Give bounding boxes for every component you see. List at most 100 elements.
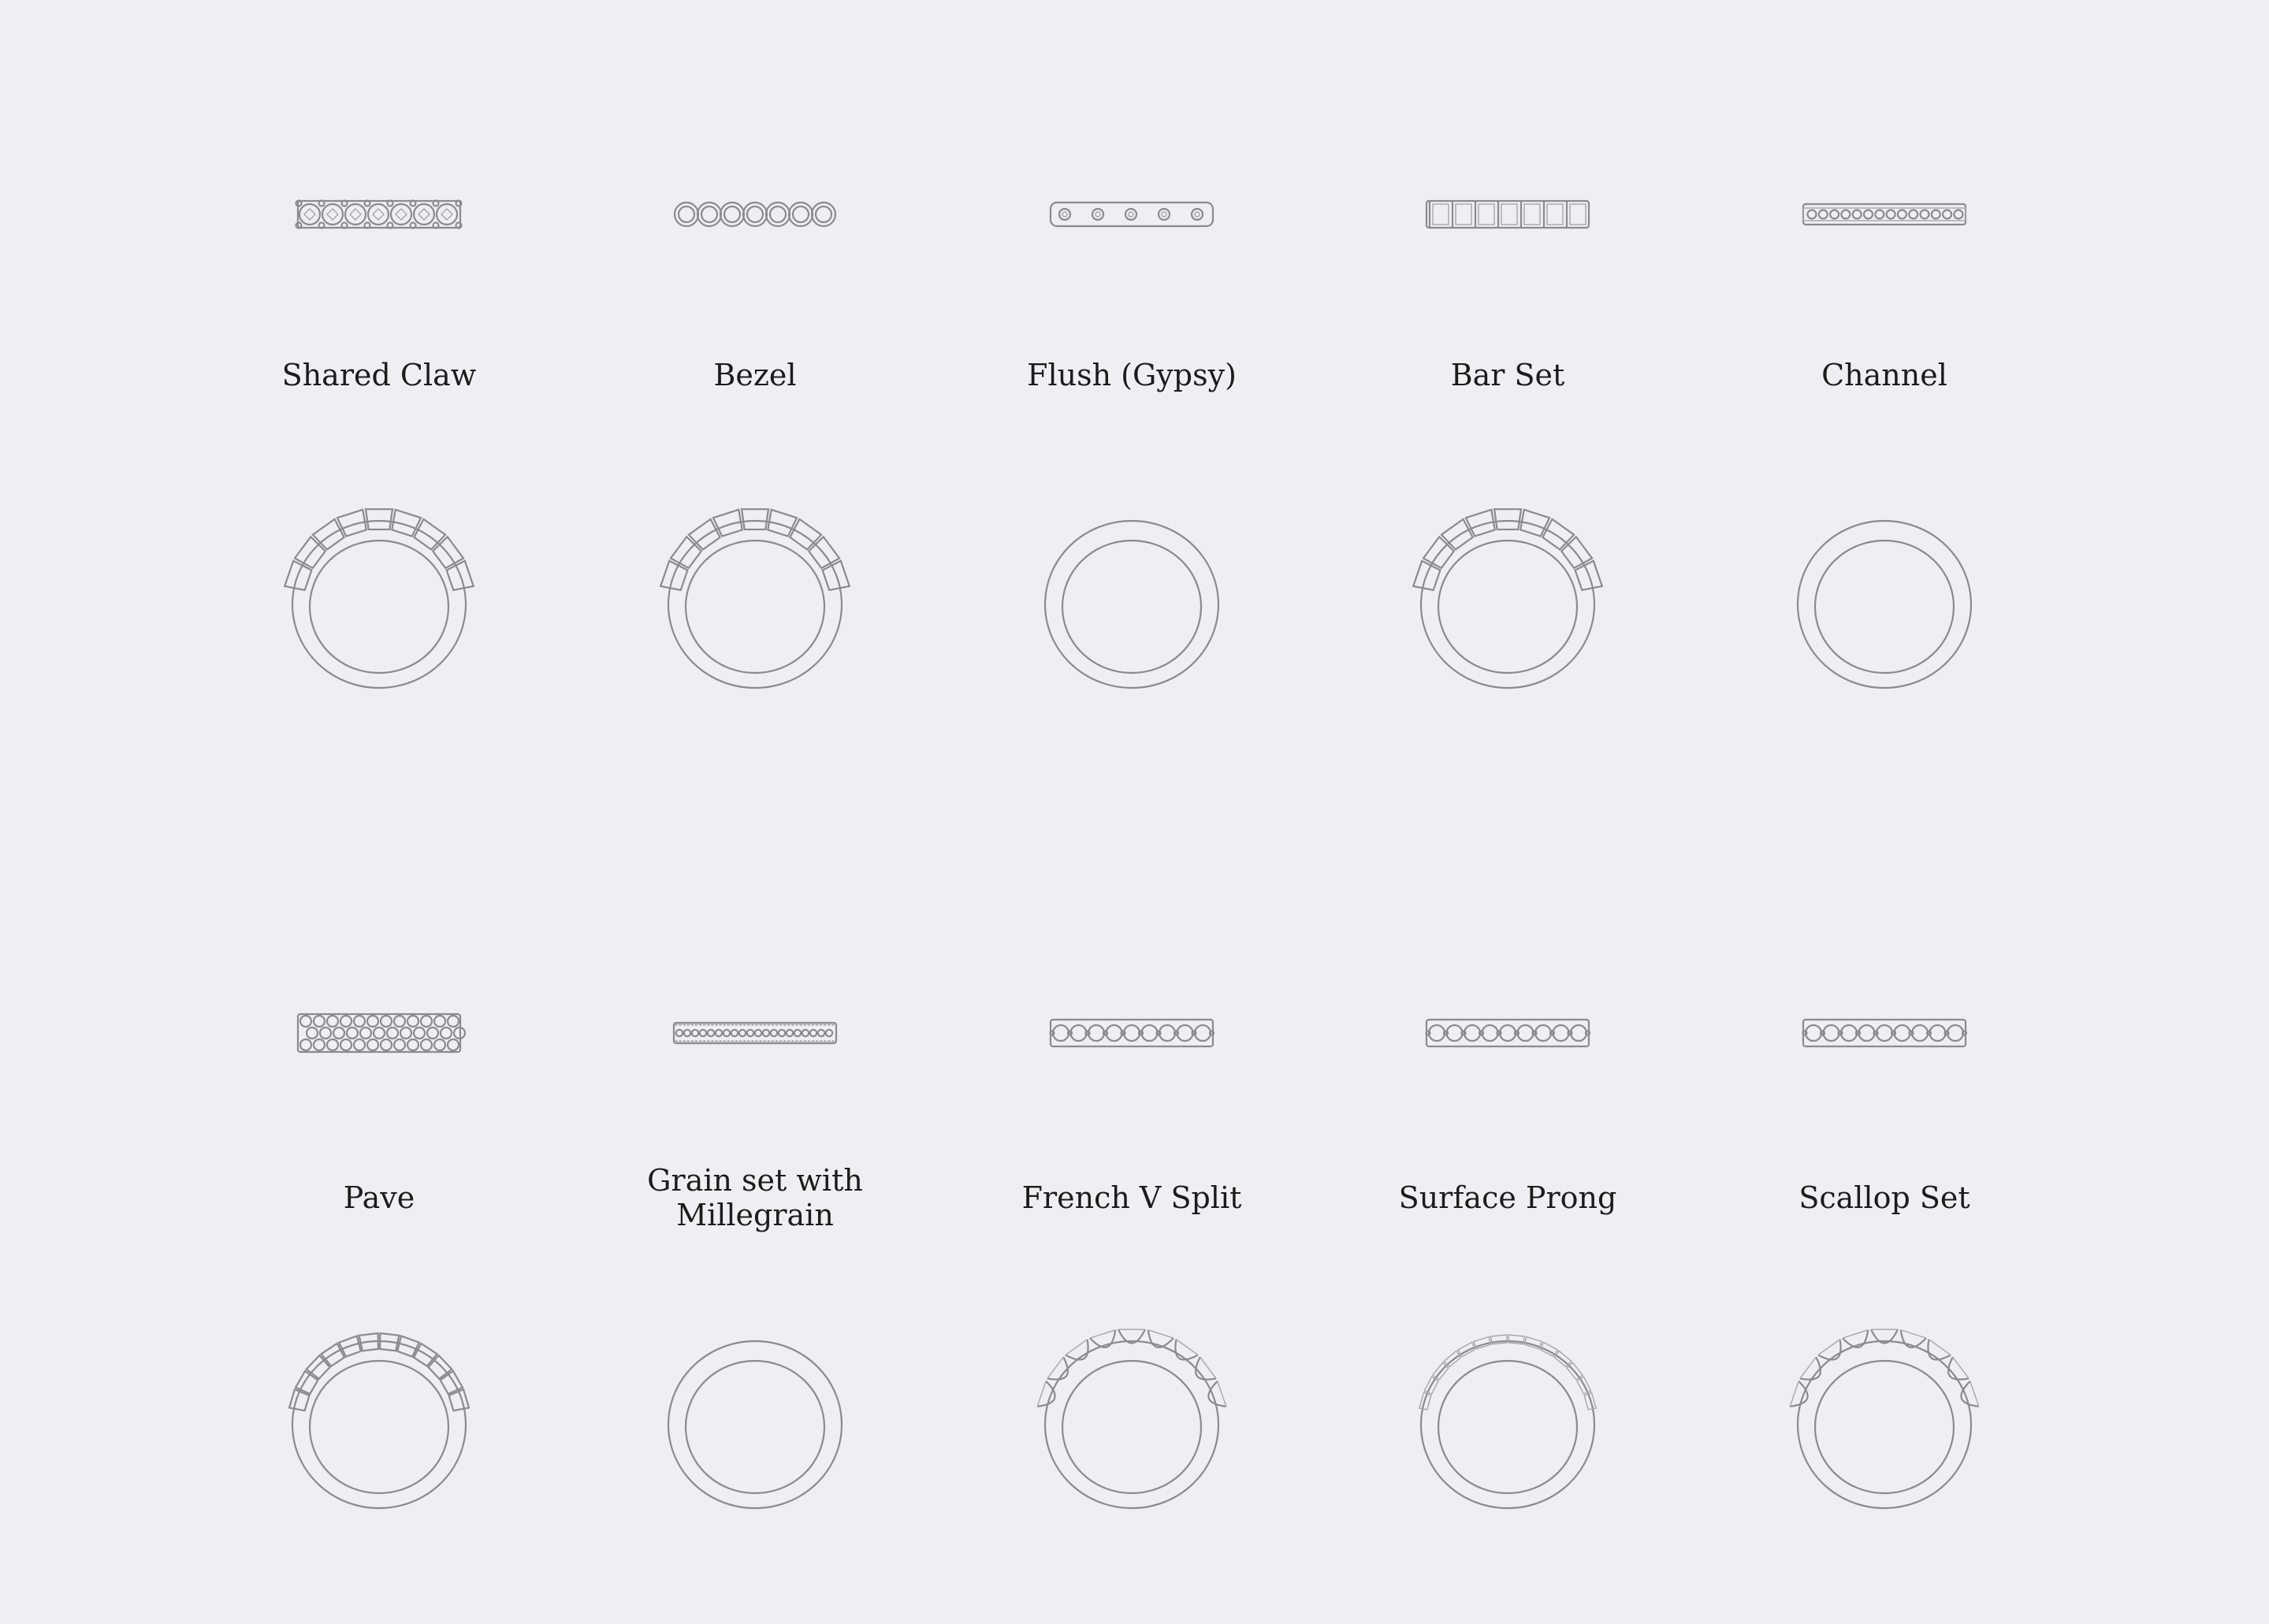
ring-side-view — [1412, 508, 1604, 689]
millegrain — [738, 1023, 742, 1026]
band-outline — [1425, 199, 1590, 229]
setting-stone — [1900, 1329, 1927, 1339]
millegrain — [807, 1023, 811, 1026]
stone — [777, 1028, 787, 1038]
claw — [386, 199, 394, 207]
stone — [1122, 1024, 1141, 1042]
ring-side-view — [659, 508, 851, 689]
stone — [1822, 1024, 1840, 1042]
setting-label-line: Bezel — [713, 358, 796, 392]
setting-bar: Bar Set — [1412, 199, 1604, 689]
setting-stone — [1195, 1356, 1217, 1381]
stone — [379, 1014, 393, 1028]
setting-stone — [1842, 1329, 1869, 1348]
stone — [1463, 1024, 1482, 1042]
stone — [439, 1026, 453, 1040]
millegrain — [746, 1040, 750, 1043]
setting-shared-claw: Shared Claw — [282, 199, 477, 689]
millegrain — [791, 1040, 794, 1043]
millegrain — [706, 1040, 710, 1043]
stone — [312, 1038, 326, 1052]
stone — [366, 1038, 380, 1052]
setting-label-line: Pave — [344, 1180, 415, 1215]
millegrain — [731, 1023, 735, 1026]
stone — [698, 1028, 708, 1038]
millegrain — [711, 1023, 714, 1026]
stone — [446, 1014, 460, 1028]
millegrain — [775, 1040, 779, 1043]
setting-stone — [1927, 1339, 1951, 1361]
setting-label: Flush (Gypsy) — [1027, 358, 1237, 392]
stone — [1862, 209, 1874, 220]
millegrain — [686, 1040, 690, 1043]
stone — [675, 1028, 684, 1038]
ring-inner — [308, 539, 450, 674]
ring-inner — [1813, 539, 1955, 674]
stone — [1478, 203, 1495, 225]
setting-label-line: Millegrain — [676, 1198, 834, 1232]
stone — [1124, 207, 1138, 221]
millegrain — [827, 1023, 831, 1026]
stone — [412, 1026, 426, 1040]
millegrain — [827, 1040, 831, 1043]
millegrain — [723, 1040, 727, 1043]
band-outline — [296, 1013, 462, 1054]
band-outline — [1802, 1018, 1967, 1048]
setting-stone — [1089, 1329, 1117, 1348]
millegrain — [679, 1023, 682, 1026]
ring-settings-sheet: Shared Claw Bezel Flush (Gypsy) Bar Set Chan… — [282, 199, 1980, 1510]
setting-stone — [1176, 1339, 1199, 1356]
setting-stone — [1047, 1356, 1069, 1381]
millegrain — [811, 1023, 815, 1026]
setting-label-line: Scallop Set — [1798, 1180, 1970, 1215]
millegrain — [702, 1040, 706, 1043]
stone — [683, 1028, 692, 1038]
stone — [1481, 1024, 1499, 1042]
stone — [824, 1028, 834, 1038]
setting-scallop: Scallop Set — [1789, 1018, 1980, 1510]
stone — [406, 1038, 420, 1052]
stone — [392, 1038, 407, 1052]
setting-stone — [1174, 1339, 1199, 1361]
millegrain — [755, 1040, 758, 1043]
millegrain — [694, 1040, 698, 1043]
ring-inner — [684, 539, 826, 674]
setting-stone — [1207, 1381, 1226, 1408]
claw — [386, 221, 394, 229]
stone — [305, 1026, 319, 1040]
stone — [1432, 203, 1449, 225]
stone — [359, 1026, 373, 1040]
millegrain — [698, 1040, 702, 1043]
stone — [339, 1038, 353, 1052]
setting-stone — [1970, 1381, 1980, 1407]
millegrain — [823, 1040, 827, 1043]
setting-label-line: Bar Set — [1451, 358, 1565, 392]
ring-inner — [308, 1359, 450, 1495]
stone — [816, 1028, 826, 1038]
setting-label: Surface Prong — [1399, 1180, 1617, 1215]
ring-inner — [684, 1359, 826, 1495]
stone — [352, 1038, 366, 1052]
setting-stone — [1065, 1339, 1089, 1361]
setting-label-line: Flush (Gypsy) — [1027, 358, 1237, 392]
stone — [1942, 209, 1953, 220]
setting-stone — [1817, 1339, 1840, 1356]
millegrain — [719, 1023, 722, 1026]
band-top-view — [1802, 203, 1967, 226]
millegrain — [759, 1023, 762, 1026]
stone — [399, 1026, 413, 1040]
stone — [700, 205, 719, 224]
setting-stone — [1036, 1381, 1047, 1407]
claw — [409, 199, 417, 207]
setting-stone — [1799, 1356, 1821, 1381]
millegrain — [715, 1040, 718, 1043]
stone — [1498, 1024, 1517, 1042]
stone — [345, 1026, 359, 1040]
stone — [1140, 1024, 1159, 1042]
millegrain — [819, 1040, 823, 1043]
ring-outer — [667, 1340, 843, 1510]
stone — [1058, 207, 1072, 221]
setting-stone — [1899, 1329, 1927, 1348]
stone — [366, 1014, 380, 1028]
stone — [332, 1026, 346, 1040]
